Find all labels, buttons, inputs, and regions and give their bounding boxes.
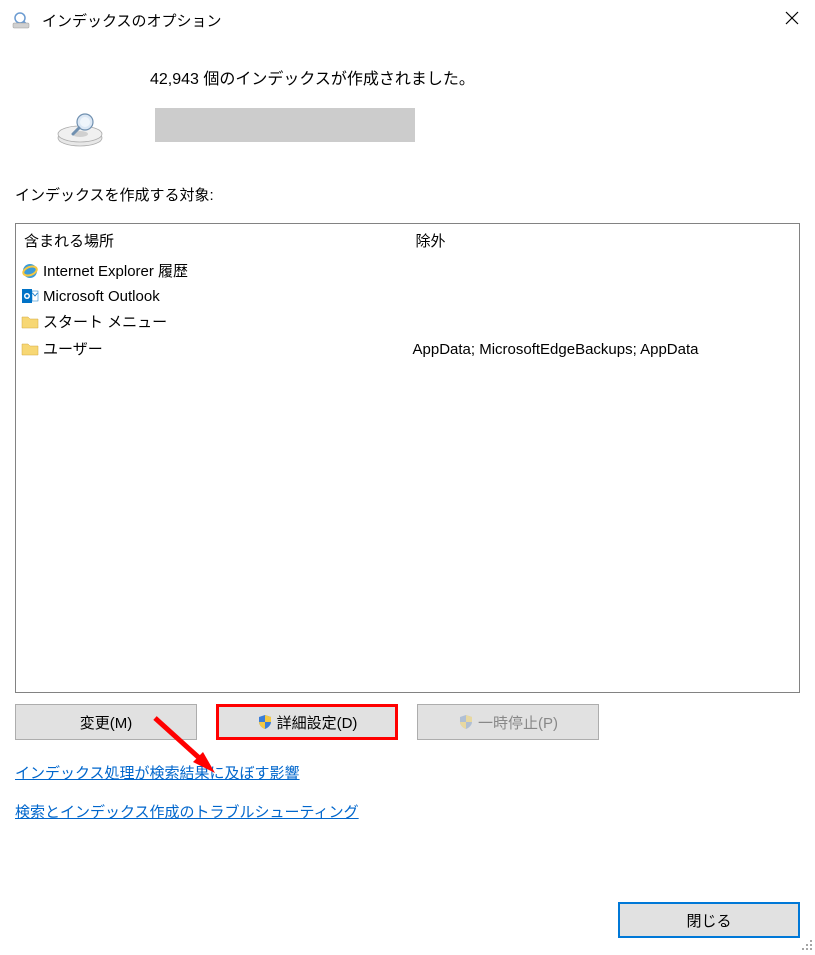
excluded-cell <box>408 284 800 311</box>
window-title: インデックスのオプション <box>42 10 222 31</box>
location-label: Microsoft Outlook <box>43 288 160 305</box>
button-row: 変更(M) 詳細設定(D) 一時停止(P) <box>15 704 800 740</box>
folder-icon <box>21 340 39 358</box>
excluded-column-header[interactable]: 除外 <box>408 224 800 257</box>
status-area: 42,943 個のインデックスが作成されました。 <box>15 65 800 89</box>
resize-grip[interactable] <box>799 937 813 951</box>
ie-icon <box>21 262 39 280</box>
outlook-icon <box>21 287 39 305</box>
links-area: インデックス処理が検索結果に及ぼす影響 検索とインデックス作成のトラブルシューテ… <box>15 762 800 840</box>
footer: 閉じる <box>618 902 800 938</box>
pause-button: 一時停止(P) <box>417 704 599 740</box>
table-row[interactable]: Internet Explorer 履歴 <box>16 257 408 284</box>
index-options-icon <box>12 10 32 30</box>
redacted-status-bar <box>155 108 415 142</box>
shield-icon <box>458 714 474 730</box>
target-label: インデックスを作成する対象: <box>15 184 800 205</box>
excluded-cell <box>408 311 800 338</box>
advanced-label: 詳細設定(D) <box>277 712 358 733</box>
included-column-header[interactable]: 含まれる場所 <box>16 224 408 257</box>
troubleshoot-link[interactable]: 検索とインデックス作成のトラブルシューティング <box>15 801 359 822</box>
drive-search-icon <box>55 110 105 152</box>
excluded-cell <box>408 257 800 284</box>
close-button[interactable] <box>769 0 815 36</box>
advanced-button[interactable]: 詳細設定(D) <box>216 704 398 740</box>
table-row[interactable]: ユーザー <box>16 335 408 362</box>
locations-table: 含まれる場所 Internet Explorer 履歴 <box>15 223 800 693</box>
index-count-text: 42,943 個のインデックスが作成されました。 <box>150 65 475 89</box>
location-label: Internet Explorer 履歴 <box>43 260 188 281</box>
table-row[interactable]: Microsoft Outlook <box>16 284 408 308</box>
shield-icon <box>257 714 273 730</box>
modify-button[interactable]: 変更(M) <box>15 704 197 740</box>
table-row[interactable]: スタート メニュー <box>16 308 408 335</box>
effect-link[interactable]: インデックス処理が検索結果に及ぼす影響 <box>15 762 300 783</box>
titlebar: インデックスのオプション <box>0 0 815 40</box>
pause-label: 一時停止(P) <box>478 712 558 733</box>
excluded-cell: AppData; MicrosoftEdgeBackups; AppData <box>408 338 800 365</box>
folder-icon <box>21 313 39 331</box>
close-footer-button[interactable]: 閉じる <box>618 902 800 938</box>
location-label: ユーザー <box>43 338 103 359</box>
location-label: スタート メニュー <box>43 311 167 332</box>
modify-label: 変更(M) <box>80 712 133 733</box>
